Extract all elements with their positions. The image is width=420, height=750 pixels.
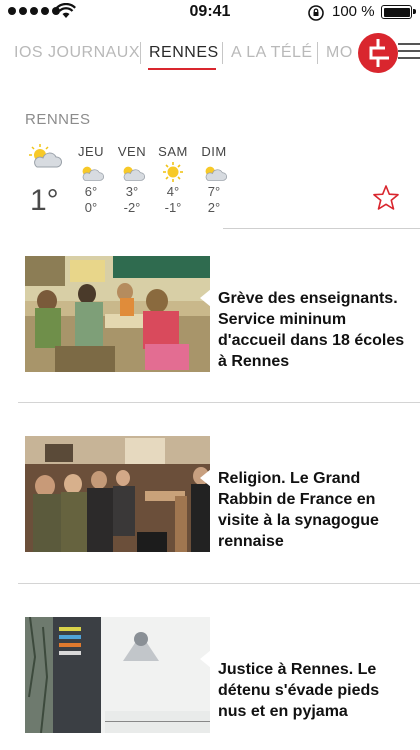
star-outline-icon[interactable]	[372, 184, 400, 212]
partly-cloudy-icon	[205, 166, 227, 181]
forecast-high: 6°	[84, 184, 98, 199]
forecast-low: 0°	[84, 200, 98, 215]
tab-rennes[interactable]: RENNES	[149, 44, 219, 62]
weather-city: RENNES	[25, 111, 91, 128]
forecast-day-name: VEN	[117, 144, 147, 159]
tab-nos-journaux[interactable]: IOS JOURNAUX	[14, 44, 140, 62]
rotation-lock-icon	[308, 5, 324, 21]
battery-percentage: 100 %	[332, 3, 375, 20]
forecast-day-name: JEU	[77, 144, 105, 159]
forecast-day-name: SAM	[158, 144, 188, 159]
tab-divider	[140, 42, 141, 64]
synagogue-photo	[25, 436, 210, 552]
forecast-day: VEN 3° -2°	[112, 144, 152, 216]
forecast-low: -2°	[123, 200, 141, 215]
hamburger-menu-icon[interactable]	[398, 43, 420, 63]
forecast-high: 3°	[125, 184, 139, 199]
tab-divider	[317, 42, 318, 64]
partly-cloudy-icon	[82, 166, 104, 181]
hospital-sign-photo	[25, 617, 210, 733]
article-item[interactable]: Grève des enseignants. Service mininum d…	[0, 256, 420, 374]
article-headline[interactable]: Justice à Rennes. Le détenu s'évade pied…	[218, 659, 408, 722]
forecast-low: -1°	[164, 200, 182, 215]
partly-cloudy-icon	[29, 144, 62, 168]
forecast-day-name: DIM	[201, 144, 227, 159]
classroom-photo	[25, 256, 210, 372]
article-headline[interactable]: Grève des enseignants. Service mininum d…	[218, 288, 408, 372]
forecast-day: SAM 4° -1°	[153, 144, 193, 216]
battery-icon	[381, 5, 416, 19]
thumb-pointer	[200, 289, 211, 307]
article-separator	[18, 583, 420, 584]
tab-more[interactable]: MO	[326, 44, 353, 62]
ouest-france-logo-icon[interactable]	[358, 33, 398, 73]
forecast-high: 4°	[166, 184, 180, 199]
article-headline[interactable]: Religion. Le Grand Rabbin de France en v…	[218, 468, 408, 552]
active-tab-indicator	[148, 68, 216, 70]
article-item[interactable]: Justice à Rennes. Le détenu s'évade pied…	[0, 617, 420, 735]
partly-cloudy-icon	[123, 166, 145, 181]
tab-a-la-tele[interactable]: A LA TÉLÉ	[231, 44, 313, 62]
thumb-pointer	[200, 469, 211, 487]
forecast-high: 7°	[207, 184, 221, 199]
forecast-day: DIM 7° 2°	[194, 144, 234, 216]
forecast-day: JEU 6° 0°	[71, 144, 111, 216]
article-item[interactable]: Religion. Le Grand Rabbin de France en v…	[0, 436, 420, 554]
sunny-icon	[163, 162, 183, 182]
today-temperature: 1°	[30, 184, 59, 217]
article-separator	[18, 402, 420, 403]
tab-divider	[222, 42, 223, 64]
status-bar: 09:41 100 %	[0, 0, 420, 24]
weather-divider	[223, 228, 420, 229]
thumb-pointer	[200, 650, 211, 668]
forecast-low: 2°	[207, 200, 221, 215]
